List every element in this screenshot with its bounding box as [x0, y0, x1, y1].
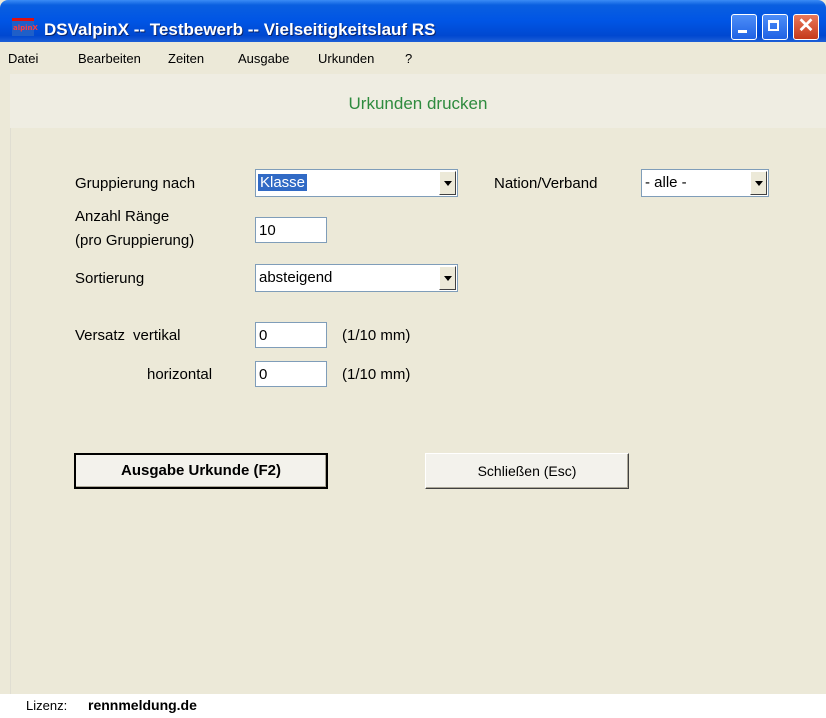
chevron-down-icon — [755, 181, 763, 186]
ranks-label: Anzahl Ränge — [75, 208, 170, 225]
sort-value: absteigend — [259, 269, 333, 286]
grouping-dropdown-button[interactable] — [439, 171, 456, 195]
menu-bar: Datei Bearbeiten Zeiten Ausgabe Urkunden… — [0, 48, 826, 70]
close-button[interactable]: Schließen (Esc) — [425, 453, 629, 489]
menu-help[interactable]: ? — [405, 51, 412, 66]
app-logo-text: alpinX — [13, 24, 38, 32]
offset-horizontal-label: horizontal — [147, 366, 213, 383]
heading-band: Urkunden drucken — [10, 74, 826, 128]
sort-dropdown-button[interactable] — [439, 266, 456, 290]
print-certificate-button[interactable]: Ausgabe Urkunde (F2) — [74, 453, 328, 489]
menu-ausgabe[interactable]: Ausgabe — [238, 51, 289, 66]
menu-datei[interactable]: Datei — [8, 51, 38, 66]
license-label: Lizenz: — [26, 698, 68, 713]
license-value: rennmeldung.de — [88, 697, 197, 713]
offset-label: Versatz — [75, 327, 126, 344]
chevron-down-icon — [444, 276, 452, 281]
nation-value: - alle - — [645, 174, 687, 191]
title-bar[interactable]: alpinX DSValpinX -- Testbewerb -- Vielse… — [0, 0, 826, 42]
maximize-icon — [768, 20, 779, 31]
close-window-button[interactable]: ✕ — [793, 14, 819, 40]
nation-select[interactable]: - alle - — [641, 169, 769, 197]
grouping-select[interactable]: Klasse — [255, 169, 458, 197]
minimize-icon — [738, 30, 747, 33]
ranks-field[interactable]: 10 — [255, 217, 327, 243]
close-icon: ✕ — [797, 15, 815, 37]
app-logo-icon: alpinX — [12, 18, 38, 36]
app-window: alpinX DSValpinX -- Testbewerb -- Vielse… — [0, 0, 826, 718]
offset-horizontal-field[interactable]: 0 — [255, 361, 327, 387]
offset-vertical-unit: (1/10 mm) — [342, 327, 411, 344]
offset-vertical-field[interactable]: 0 — [255, 322, 327, 348]
grouping-value: Klasse — [258, 174, 308, 191]
status-bar: Lizenz: rennmeldung.de — [0, 694, 826, 718]
maximize-button[interactable] — [762, 14, 788, 40]
menu-zeiten[interactable]: Zeiten — [168, 51, 204, 66]
nation-label: Nation/Verband — [494, 175, 598, 192]
chevron-down-icon — [444, 181, 452, 186]
grouping-label: Gruppierung nach — [75, 175, 196, 192]
minimize-button[interactable] — [731, 14, 757, 40]
page-title: Urkunden drucken — [348, 94, 488, 113]
ranks-sublabel: (pro Gruppierung) — [75, 232, 195, 249]
sort-label: Sortierung — [75, 270, 145, 287]
offset-horizontal-unit: (1/10 mm) — [342, 366, 411, 383]
left-divider — [10, 128, 11, 694]
menu-urkunden[interactable]: Urkunden — [318, 51, 374, 66]
sort-select[interactable]: absteigend — [255, 264, 458, 292]
window-title: DSValpinX -- Testbewerb -- Vielseitigkei… — [44, 20, 436, 39]
menu-bearbeiten[interactable]: Bearbeiten — [78, 51, 141, 66]
offset-vertical-label: vertikal — [133, 327, 181, 344]
nation-dropdown-button[interactable] — [750, 171, 767, 195]
